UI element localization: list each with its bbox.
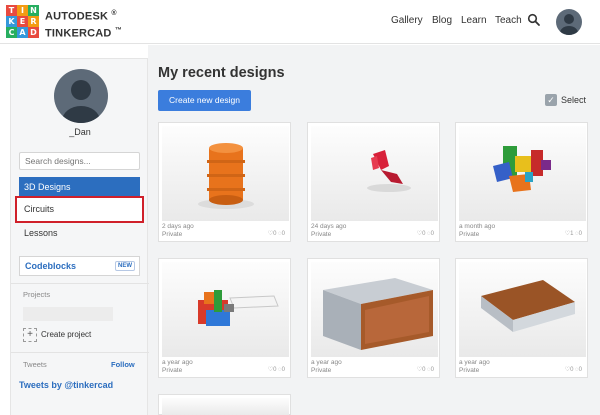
card-stats: ♡0 ◌0	[267, 231, 285, 237]
nav-teach[interactable]: Teach	[495, 15, 522, 26]
tweets-link[interactable]: Tweets by @tinkercad	[19, 380, 113, 390]
nav-learn[interactable]: Learn	[461, 15, 487, 26]
top-header: T I N K E R C A D AUTODESK ® TINKERCAD ™…	[0, 0, 600, 44]
design-thumbnail	[311, 262, 438, 357]
projects-label: Projects	[23, 290, 51, 299]
card-date: a year ago	[162, 359, 193, 366]
plus-icon: +	[23, 328, 37, 342]
multicolor-design-icon	[493, 146, 551, 192]
box-design-icon	[323, 278, 433, 350]
card-privacy: Private	[459, 231, 480, 238]
follow-link[interactable]: Follow	[111, 360, 135, 369]
logo-letter: C	[6, 27, 17, 38]
brand-line1: AUTODESK	[45, 10, 109, 23]
sidebar: _Dan 3D Designs Circuits Lessons Codeblo…	[10, 58, 149, 415]
tweets-label: Tweets	[23, 360, 47, 369]
comments-count: 0	[430, 231, 434, 237]
brand-name[interactable]: AUTODESK ® TINKERCAD ™	[45, 7, 122, 40]
nav-blog[interactable]: Blog	[432, 15, 452, 26]
user-avatar[interactable]	[556, 9, 582, 35]
cylinder-design-icon	[198, 143, 254, 209]
logo-letter: E	[17, 16, 28, 27]
select-label: Select	[561, 95, 587, 105]
logo-letter: I	[17, 5, 28, 16]
brand-line2: TINKERCAD	[45, 27, 112, 40]
logo-letter: N	[28, 5, 39, 16]
comments-count: 0	[281, 367, 285, 373]
search-icon[interactable]	[527, 13, 541, 27]
select-toggle[interactable]: ✓ Select	[545, 94, 586, 106]
sidebar-item-circuits[interactable]: Circuits	[15, 196, 144, 223]
design-thumbnail	[459, 126, 586, 221]
registered-mark: ®	[111, 10, 117, 17]
design-card[interactable]: a month ago Private ♡1 ◌0	[455, 122, 588, 242]
card-date: a year ago	[459, 359, 490, 366]
design-thumbnail	[162, 398, 289, 415]
bracket-design-icon	[367, 150, 411, 192]
card-date: 2 days ago	[162, 223, 194, 230]
likes-count: 0	[273, 367, 277, 373]
profile-avatar[interactable]	[54, 69, 108, 123]
card-date: a month ago	[459, 223, 496, 230]
tinkercad-logo[interactable]: T I N K E R C A D	[6, 5, 39, 38]
sidebar-item-3d-designs[interactable]: 3D Designs	[19, 177, 140, 197]
design-thumbnail	[162, 262, 289, 357]
card-stats: ♡0 ◌0	[564, 367, 582, 373]
logo-letter: D	[28, 27, 39, 38]
logo-letter: T	[6, 5, 17, 16]
design-thumbnail	[162, 126, 289, 221]
profile-username[interactable]: _Dan	[11, 127, 149, 137]
likes-count: 0	[570, 367, 574, 373]
card-stats: ♡1 ◌0	[564, 231, 582, 237]
likes-count: 0	[422, 231, 426, 237]
card-stats: ♡0 ◌0	[416, 367, 434, 373]
logo-letter: A	[17, 27, 28, 38]
default-avatar-icon	[62, 80, 100, 123]
search-designs-input[interactable]	[19, 152, 140, 170]
codeblocks-label: Codeblocks	[25, 261, 77, 271]
comments-count: 0	[578, 231, 582, 237]
design-card[interactable]: 24 days ago Private ♡0 ◌0	[307, 122, 440, 242]
slab-design-icon	[481, 280, 575, 332]
create-new-design-button[interactable]: Create new design	[158, 90, 251, 111]
card-privacy: Private	[311, 367, 332, 374]
likes-count: 0	[273, 231, 277, 237]
design-thumbnail	[311, 126, 438, 221]
checkmark-icon: ✓	[545, 94, 557, 106]
assembly-design-icon	[198, 290, 279, 326]
card-date: 24 days ago	[311, 223, 347, 230]
card-privacy: Private	[311, 231, 332, 238]
page-title: My recent designs	[158, 65, 285, 81]
comments-count: 0	[430, 367, 434, 373]
design-card[interactable]: a year ago Private ♡0 ◌0	[455, 258, 588, 378]
card-privacy: Private	[459, 367, 480, 374]
default-avatar-icon	[560, 14, 578, 35]
create-project-button[interactable]: + Create project	[23, 328, 91, 342]
card-privacy: Private	[162, 231, 183, 238]
sidebar-item-lessons[interactable]: Lessons	[19, 223, 140, 243]
nav-gallery[interactable]: Gallery	[391, 15, 423, 26]
comments-count: 0	[578, 367, 582, 373]
logo-letter: R	[28, 16, 39, 27]
comments-count: 0	[281, 231, 285, 237]
design-card[interactable]: a year ago Private ♡0 ◌0	[158, 258, 291, 378]
logo-letter: K	[6, 16, 17, 27]
design-card[interactable]	[158, 394, 291, 415]
design-card[interactable]: a year ago Private ♡0 ◌0	[307, 258, 440, 378]
card-privacy: Private	[162, 367, 183, 374]
design-thumbnail	[459, 262, 586, 357]
card-stats: ♡0 ◌0	[416, 231, 434, 237]
divider	[11, 283, 149, 284]
project-placeholder	[23, 307, 113, 321]
likes-count: 1	[570, 231, 574, 237]
divider	[11, 352, 149, 353]
card-date: a year ago	[311, 359, 342, 366]
likes-count: 0	[422, 367, 426, 373]
trademark-mark: ™	[114, 26, 123, 34]
card-stats: ♡0 ◌0	[267, 367, 285, 373]
create-project-label: Create project	[41, 330, 92, 340]
sidebar-item-codeblocks[interactable]: Codeblocks NEW	[19, 256, 140, 276]
new-badge: NEW	[115, 261, 135, 271]
design-card[interactable]: 2 days ago Private ♡0 ◌0	[158, 122, 291, 242]
